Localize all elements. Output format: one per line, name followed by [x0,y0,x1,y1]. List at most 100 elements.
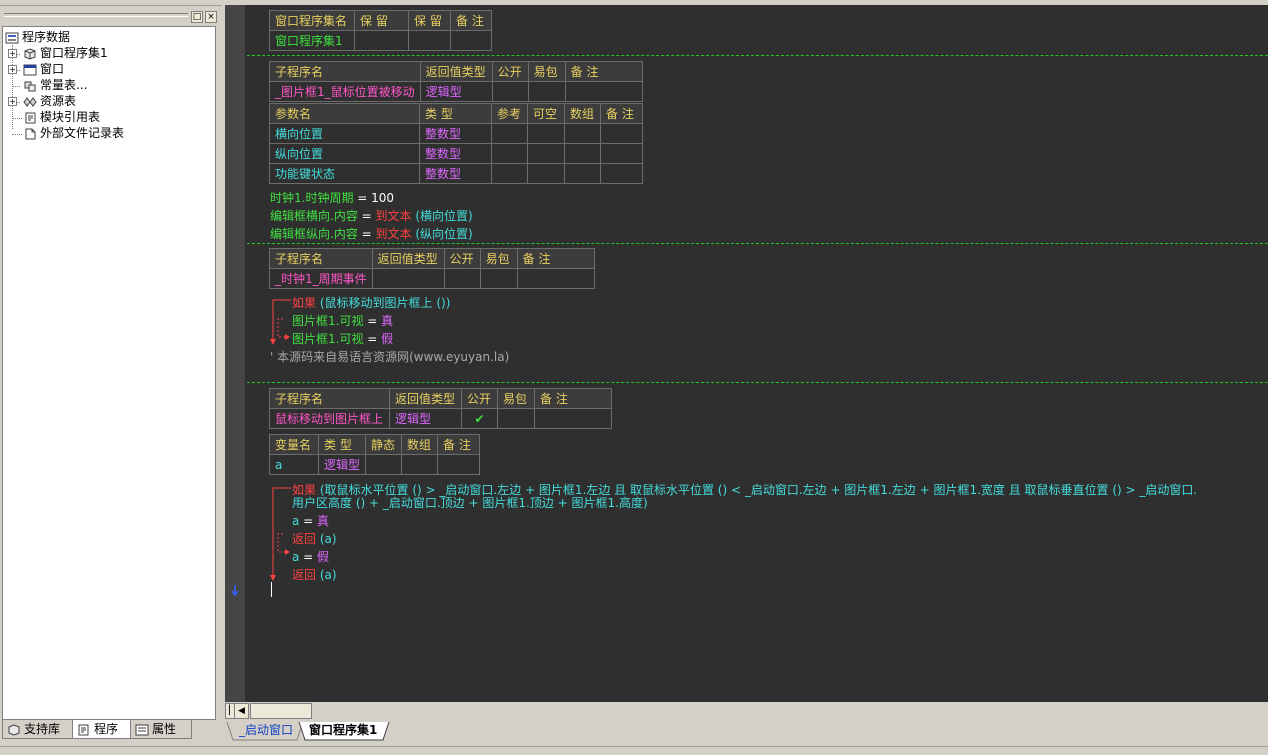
param-type-cell[interactable]: 整数型 [419,163,492,184]
tree-connector [12,134,22,135]
if-condition: (鼠标移动到图片框上 ()) [316,296,451,310]
code-line[interactable]: 如果 (鼠标移动到图片框上 ()) [292,294,450,311]
file-record-icon [25,128,36,139]
tree-item-module-refs[interactable]: 模块引用表 [23,109,100,125]
tab-assembly[interactable]: 窗口程序集1 [303,721,383,740]
table-cell[interactable] [479,268,518,289]
table-header: 返回值类型 [419,61,493,82]
table-cell[interactable] [437,454,481,475]
scroll-thumb[interactable] [250,703,312,719]
table-cell[interactable] [497,408,535,429]
section-separator [247,55,1268,56]
panel-grip[interactable] [4,13,188,17]
table-cell[interactable] [450,30,492,51]
table-cell[interactable] [516,268,595,289]
checkmark-icon[interactable]: ✔ [461,408,498,429]
table-header: 参考 [491,103,528,124]
var-type-cell[interactable]: 逻辑型 [317,454,367,475]
code-line[interactable]: a = 假 [292,548,329,565]
table-cell[interactable] [408,30,451,51]
tree-root[interactable]: 程序数据 [5,29,70,45]
code-comment[interactable]: ' 本源码来自易语言资源网(www.eyuyan.la) [270,348,509,365]
code-argument: (纵向位置) [411,227,473,241]
code-line[interactable]: a = 真 [292,512,329,529]
table-cell[interactable] [354,30,409,51]
tree-item-resources[interactable]: 资源表 [23,93,76,109]
return-type-cell[interactable]: 逻辑型 [389,408,462,429]
code-target: 图片框1.可视 [292,314,364,328]
code-function: 到文本 [375,209,412,223]
param-type-cell[interactable]: 整数型 [419,143,492,164]
tree-connector [12,86,20,87]
expand-toggle[interactable]: + [8,97,17,106]
var-name-cell[interactable]: a [269,454,319,475]
table-cell[interactable] [534,408,612,429]
subroutine-name-cell[interactable]: _图片框1_鼠标位置被移动 [269,81,421,102]
tree-root-label: 程序数据 [22,30,71,44]
code-line[interactable]: 编辑框横向.内容 = 到文本 (横向位置) [270,207,473,224]
param-type-cell[interactable]: 整数型 [419,123,492,144]
subroutine-name-cell[interactable]: _时钟1_周期事件 [269,268,373,289]
table-cell[interactable] [365,454,403,475]
table-header: 返回值类型 [389,388,462,409]
window-icon [23,64,37,75]
code-line[interactable]: 时钟1.时钟周期 = 100 [270,189,394,206]
close-panel-button[interactable]: × [205,11,217,23]
code-line-continued[interactable]: 用户区高度 () + _启动窗口.顶边 + 图片框1.顶边 + 图片框1.高度) [292,494,648,511]
left-panel: □ × 程序数据 + 窗口程序集1 + 窗口 常量表... + 资源表 模块引用表 [0,0,222,754]
param-name-cell[interactable]: 纵向位置 [269,143,420,164]
tab-property[interactable]: 属性 [130,720,192,739]
code-value: 假 [317,550,330,564]
table-cell[interactable] [527,81,566,102]
return-keyword: 返回 [292,532,317,546]
scroll-left-arrow[interactable]: ◀ [234,703,249,719]
table-header: 窗口程序集名 [269,10,355,31]
return-type-cell[interactable]: 逻辑型 [419,81,493,102]
horizontal-scrollbar[interactable]: ▏ ◀ [225,702,1268,719]
pin-button[interactable]: □ [191,11,203,23]
assembly-name-cell[interactable]: 窗口程序集1 [269,30,355,51]
expand-toggle[interactable]: + [8,65,17,74]
expand-toggle[interactable]: + [8,49,17,58]
library-icon [8,723,20,736]
tab-program-label: 程序 [94,722,119,736]
table-cell[interactable] [443,268,481,289]
code-value: 假 [381,332,394,346]
code-target: 图片框1.可视 [292,332,364,346]
program-tree[interactable]: 程序数据 + 窗口程序集1 + 窗口 常量表... + 资源表 模块引用表 外部… [2,26,216,720]
code-line[interactable]: 返回 (a) [292,566,337,583]
tab-property-label: 属性 [152,722,177,736]
code-function: 到文本 [375,227,412,241]
tree-item-assembly[interactable]: 窗口程序集1 [23,45,108,61]
code-line[interactable]: 图片框1.可视 = 真 [292,312,393,329]
code-operator: = [363,332,382,346]
subroutine-name-cell[interactable]: 鼠标移动到图片框上 [269,408,390,429]
tree-item-file-records[interactable]: 外部文件记录表 [23,125,124,141]
table-cell[interactable] [564,81,643,102]
param-name-cell[interactable]: 横向位置 [269,123,420,144]
table-cell[interactable] [491,81,529,102]
tab-startup-window[interactable]: _启动窗口 [233,721,299,740]
section-separator [247,382,1268,383]
code-line[interactable]: 返回 (a) [292,530,337,547]
tree-item-constants[interactable]: 常量表... [23,77,87,93]
tree-item-window[interactable]: 窗口 [23,61,64,77]
code-argument: (a) [316,532,337,546]
table-cell[interactable] [371,268,445,289]
constants-icon [24,81,36,91]
subroutine-table: 子程序名 返回值类型 公开 易包 备 注 _图片框1_鼠标位置被移动 逻辑型 [269,61,643,102]
param-name-cell[interactable]: 功能键状态 [269,163,420,184]
tab-program[interactable]: 程序 [72,720,134,739]
code-value: 真 [381,314,394,328]
table-header: 备 注 [534,388,612,409]
table-cell[interactable] [401,454,439,475]
parameter-table: 参数名 类 型 参考 可空 数组 备 注 横向位置 整数型 纵向位置 整数型 功… [269,103,643,184]
code-line[interactable]: 编辑框纵向.内容 = 到文本 (纵向位置) [270,225,473,242]
left-tabs: 支持库 程序 属性 [0,720,222,742]
table-header: 数组 [564,103,601,124]
editor-tabs: _启动窗口 窗口程序集1 [225,721,1268,743]
tab-library[interactable]: 支持库 [2,720,74,739]
table-header: 可空 [527,103,565,124]
code-editor[interactable]: 窗口程序集名 保 留 保 留 备 注 窗口程序集1 子程序名 返回值类型 公开 … [225,5,1268,702]
code-line[interactable]: 图片框1.可视 = 假 [292,330,393,347]
